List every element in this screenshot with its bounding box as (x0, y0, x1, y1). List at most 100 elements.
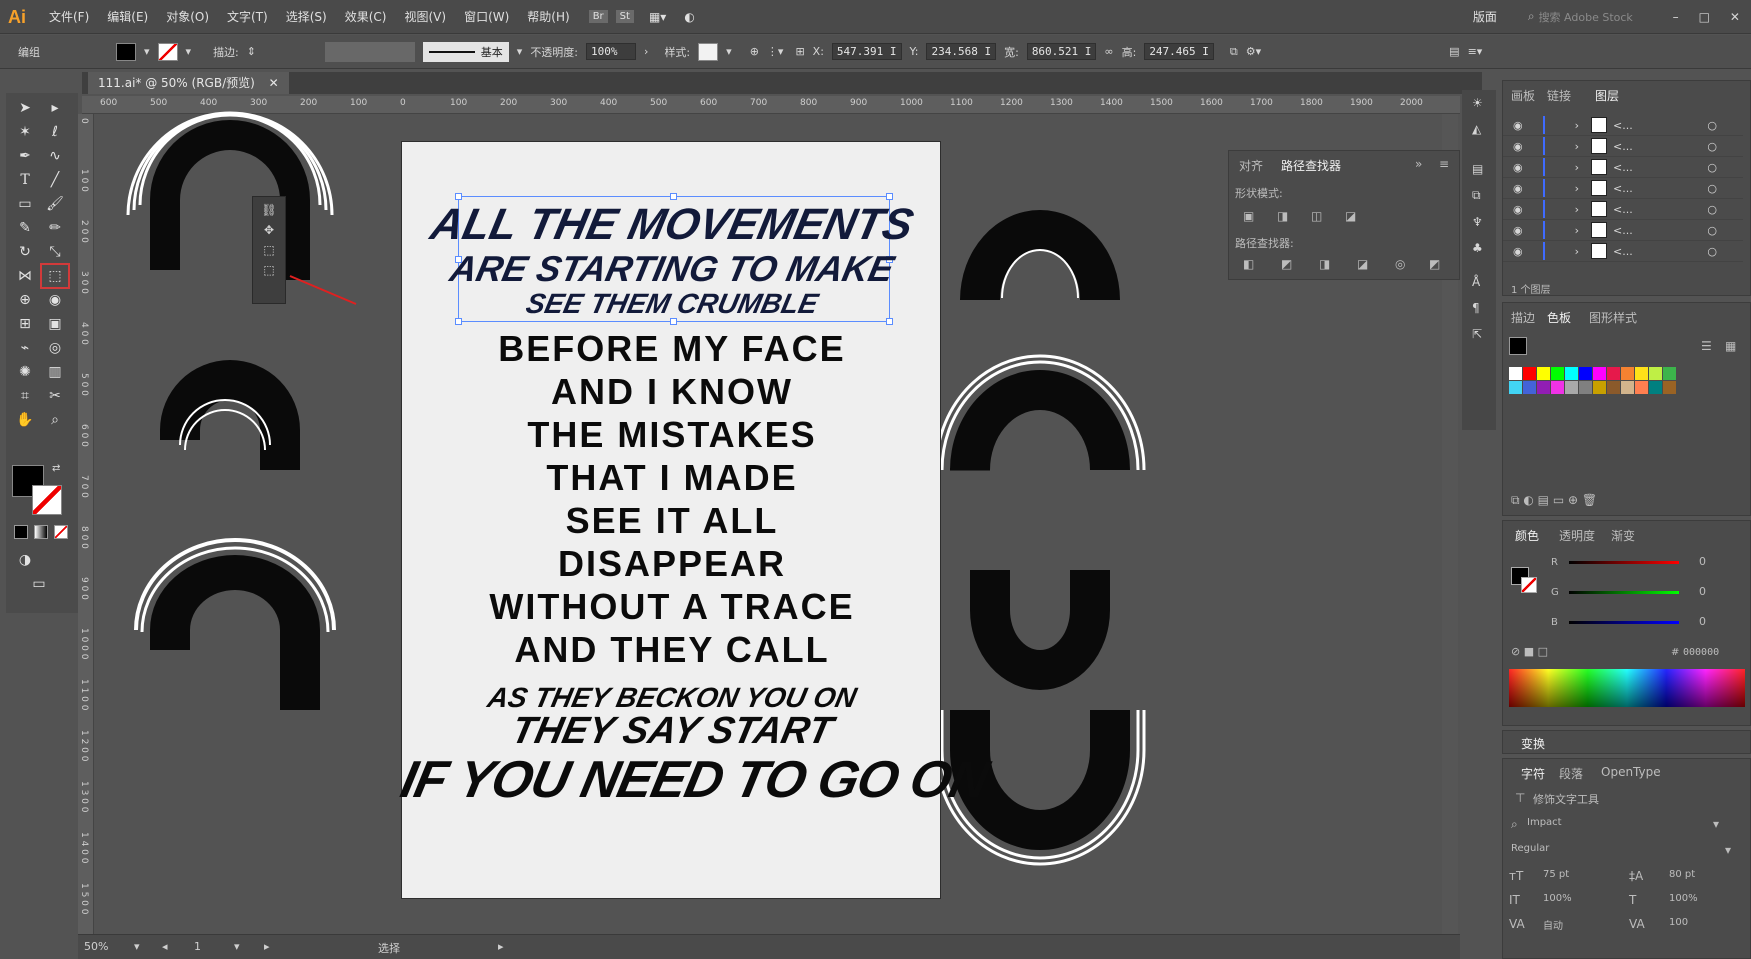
none-white-black-swatches[interactable]: ⊘ ■ □ (1511, 645, 1548, 658)
font-style-select[interactable]: Regular (1511, 843, 1549, 854)
constrain-link-icon[interactable]: ∞ (1104, 45, 1113, 58)
artboards-icon[interactable]: ⧉ (1472, 188, 1486, 203)
menu-effect[interactable]: 效果(C) (336, 8, 396, 25)
hex-input[interactable]: 000000 (1683, 647, 1719, 658)
stock-button[interactable]: St (615, 10, 634, 23)
tab-graphic-styles[interactable]: 图形样式 (1589, 309, 1637, 326)
tab-stroke[interactable]: 描边 (1511, 309, 1535, 326)
color-stroke-box[interactable] (1521, 577, 1537, 593)
target-circle-icon[interactable]: ○ (1707, 161, 1717, 174)
layer-row[interactable]: ◉ › <... ○ (1503, 178, 1743, 199)
zoom-dropdown-icon[interactable]: ▾ (134, 940, 140, 953)
free-distort-icon[interactable]: ⬚ (253, 263, 285, 277)
panel-menu-icon[interactable]: ≡ (1439, 157, 1449, 171)
expand-arrow-icon[interactable]: › (1575, 119, 1579, 132)
tab-opentype[interactable]: OpenType (1601, 765, 1661, 779)
layer-name[interactable]: <... (1613, 182, 1633, 195)
pen-tool-icon[interactable]: ✒ (12, 145, 38, 167)
opacity-input[interactable]: 100% (586, 43, 637, 60)
poster-text-line[interactable]: BEFORE MY FACE (402, 328, 942, 370)
visibility-eye-icon[interactable]: ◉ (1513, 140, 1523, 153)
color-swatch[interactable] (1523, 367, 1536, 380)
color-swatch[interactable] (1621, 367, 1634, 380)
h-input[interactable]: 247.465 I (1144, 43, 1214, 60)
color-swatch[interactable] (1607, 381, 1620, 394)
prev-artboard-icon[interactable]: ◂ (162, 940, 168, 953)
zoom-level[interactable]: 50% (84, 940, 108, 953)
tab-paragraph[interactable]: 段落 (1559, 765, 1583, 782)
exclude-icon[interactable]: ◪ (1345, 209, 1356, 223)
minimize-icon[interactable]: – (1673, 10, 1679, 24)
eyedropper-tool-icon[interactable]: ⌁ (12, 337, 38, 359)
arch-left-top[interactable] (126, 111, 334, 280)
r-value[interactable]: 0 (1699, 555, 1706, 568)
poster-text-line[interactable]: DISAPPEAR (402, 543, 942, 585)
color-swatch[interactable] (1565, 381, 1578, 394)
expand-arrow-icon[interactable]: › (1575, 140, 1579, 153)
swap-colors-icon[interactable]: ⇄ (52, 463, 60, 474)
color-swatch[interactable] (1537, 367, 1550, 380)
color-swatch[interactable] (1509, 367, 1522, 380)
layer-name[interactable]: <... (1613, 245, 1633, 258)
tab-pathfinder[interactable]: 路径查找器 (1281, 157, 1341, 174)
grid-view-icon[interactable]: ▦ (1725, 339, 1736, 353)
magic-wand-tool-icon[interactable]: ✶ (12, 121, 38, 143)
minus-back-icon[interactable]: ◩ (1429, 257, 1440, 271)
merge-icon[interactable]: ◨ (1319, 257, 1330, 271)
layer-row[interactable]: ◉ › <... ○ (1503, 157, 1743, 178)
touch-type-icon[interactable]: ⊤ (1515, 791, 1525, 805)
touch-type-tool[interactable]: 修饰文字工具 (1533, 791, 1599, 807)
visibility-eye-icon[interactable]: ◉ (1513, 161, 1523, 174)
arch-right-3[interactable] (970, 570, 1110, 690)
warped-text-line[interactable]: ALL THE MOVEMENTS (397, 200, 948, 250)
artboard[interactable]: ALL THE MOVEMENTS ARE STARTING TO MAKE S… (396, 141, 993, 899)
menu-select[interactable]: 选择(S) (277, 8, 336, 25)
layer-row[interactable]: ◉ › <... ○ (1503, 220, 1743, 241)
tab-color[interactable]: 颜色 (1515, 527, 1539, 544)
arch-right-1[interactable] (960, 210, 1120, 302)
warped-text-line[interactable]: ARE STARTING TO MAKE (398, 248, 947, 290)
poster-text-line[interactable]: SEE IT ALL (402, 500, 942, 542)
x-input[interactable]: 547.391 I (831, 43, 902, 60)
color-swatch[interactable] (1635, 367, 1648, 380)
transform-icon[interactable]: ⧉ (1230, 45, 1238, 59)
appearance-icon[interactable]: ☀ (1472, 96, 1486, 110)
tab-gradient[interactable]: 渐变 (1611, 527, 1635, 544)
target-circle-icon[interactable]: ○ (1707, 224, 1717, 237)
target-circle-icon[interactable]: ○ (1707, 203, 1717, 216)
target-circle-icon[interactable]: ○ (1707, 245, 1717, 258)
fill-swatch[interactable] (116, 42, 136, 61)
constrain-icon[interactable]: ⛓ (253, 203, 285, 217)
arrange-documents-icon[interactable]: ▦▾ (640, 10, 675, 24)
rotate-tool-icon[interactable]: ↻ (12, 241, 38, 263)
tab-align[interactable]: 对齐 (1239, 157, 1263, 174)
pencil-tool-icon[interactable]: ✏ (42, 217, 68, 239)
panel-menu-icon[interactable]: ≡▾ (1468, 45, 1483, 58)
poster-text-line[interactable]: THE MISTAKES (402, 414, 942, 456)
artboard-tool-icon[interactable]: ⌗ (12, 385, 38, 407)
color-swatch[interactable] (1621, 381, 1634, 394)
intersect-icon[interactable]: ◫ (1311, 209, 1322, 223)
color-spectrum[interactable] (1509, 669, 1745, 707)
color-swatch[interactable] (1579, 381, 1592, 394)
warped-text-line[interactable]: IF YOU NEED TO GO ON (396, 750, 993, 810)
trim-icon[interactable]: ◩ (1281, 257, 1292, 271)
visibility-eye-icon[interactable]: ◉ (1513, 224, 1523, 237)
color-swatch[interactable] (1663, 381, 1676, 394)
close-icon[interactable]: ✕ (1730, 10, 1740, 24)
shaper-tool-icon[interactable]: ✎ (12, 217, 38, 239)
document-tab[interactable]: 111.ai* @ 50% (RGB/预览) ✕ (88, 72, 289, 94)
warped-text-line[interactable]: SEE THEM CRUMBLE (399, 288, 946, 320)
poster-text-line[interactable]: AND THEY CALL (402, 629, 942, 671)
gradient-panel-icon[interactable]: ◭ (1472, 122, 1486, 136)
tab-character[interactable]: 字符 (1521, 765, 1545, 782)
expand-arrow-icon[interactable]: › (1575, 203, 1579, 216)
stroke-profile[interactable]: 基本 (422, 41, 509, 62)
graphic-style-swatch[interactable] (698, 42, 719, 61)
horizontal-scale-input[interactable]: 100% (1669, 893, 1698, 904)
arch-right-2[interactable] (934, 354, 1146, 471)
tab-layers[interactable]: 图层 (1595, 87, 1619, 104)
color-swatch[interactable] (1551, 367, 1564, 380)
column-graph-tool-icon[interactable]: ▥ (42, 361, 68, 383)
b-value[interactable]: 0 (1699, 615, 1706, 628)
